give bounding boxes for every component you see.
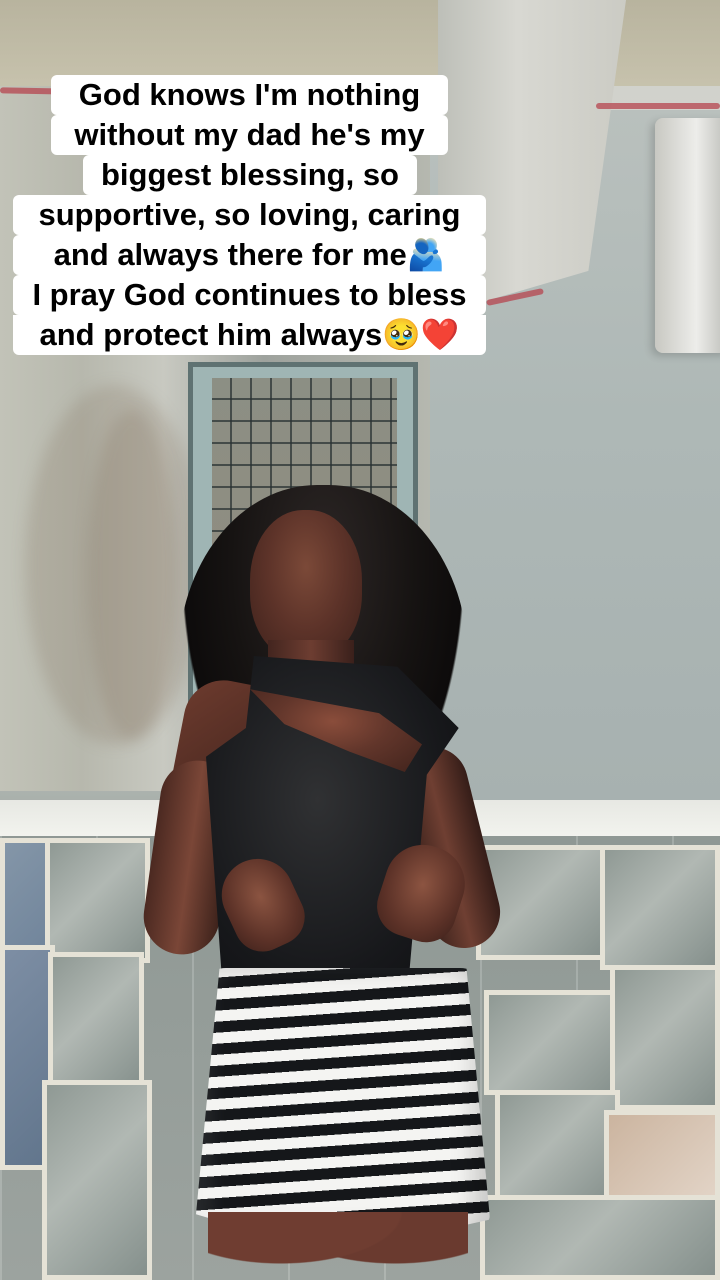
person	[0, 0, 720, 1280]
video-frame: God knows I'm nothing without my dad he'…	[0, 0, 720, 1280]
face	[250, 510, 362, 660]
legs	[208, 1212, 468, 1280]
striped-skirt	[196, 968, 490, 1230]
